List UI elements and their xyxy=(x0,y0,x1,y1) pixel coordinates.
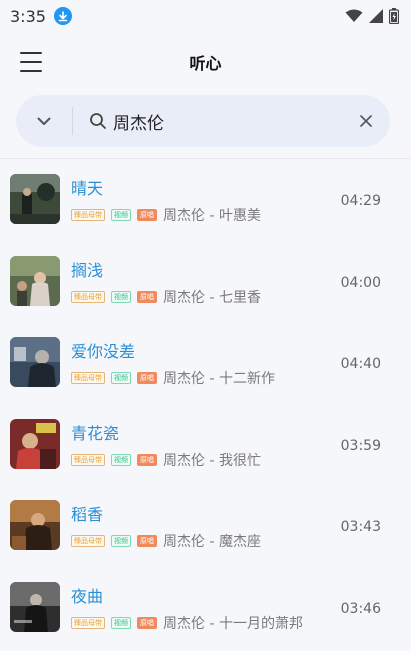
song-item[interactable]: 稻香 臻品母带 视频 原唱 周杰伦 - 魔杰座 03:43 xyxy=(0,485,411,567)
song-item[interactable]: 搁浅 臻品母带 视频 原唱 周杰伦 - 七里香 04:00 xyxy=(0,241,411,323)
video-badge: 视频 xyxy=(111,453,131,466)
song-title: 晴天 xyxy=(71,179,104,198)
album-cover xyxy=(10,337,60,387)
app-bar: 听心 xyxy=(0,38,411,86)
song-duration: 03:43 xyxy=(340,519,381,535)
page-title: 听心 xyxy=(189,54,222,73)
song-meta: 臻品母带 视频 原唱 周杰伦 - 我很忙 xyxy=(71,450,261,470)
chevron-down-icon xyxy=(37,117,51,125)
close-icon xyxy=(360,115,372,127)
quality-badge: 臻品母带 xyxy=(71,453,105,466)
song-title: 稻香 xyxy=(71,505,104,524)
status-left: 3:35 xyxy=(10,7,72,26)
song-meta: 臻品母带 视频 原唱 周杰伦 - 七里香 xyxy=(71,287,261,307)
song-artist-album: 周杰伦 - 我很忙 xyxy=(163,452,261,469)
song-artist-album: 周杰伦 - 七里香 xyxy=(163,289,261,306)
original-badge: 原唱 xyxy=(137,290,157,303)
album-cover xyxy=(10,255,60,306)
song-item[interactable]: 爱你没差 臻品母带 视频 原唱 周杰伦 - 十二新作 04:40 xyxy=(0,322,411,404)
album-cover xyxy=(10,581,60,632)
original-badge: 原唱 xyxy=(137,209,157,221)
status-right xyxy=(345,8,399,24)
search-divider xyxy=(72,107,73,135)
original-badge: 原唱 xyxy=(137,372,157,384)
battery-icon xyxy=(389,8,399,24)
song-duration: 03:59 xyxy=(340,437,381,454)
song-duration: 04:40 xyxy=(340,356,381,372)
search-input[interactable] xyxy=(113,95,342,147)
song-title: 青花瓷 xyxy=(71,423,120,443)
status-bar: 3:35 xyxy=(0,0,411,32)
song-meta: 臻品母带 视频 原唱 周杰伦 - 叶惠美 xyxy=(71,205,261,225)
quality-badge: 臻品母带 xyxy=(71,209,105,221)
song-meta: 臻品母带 视频 原唱 周杰伦 - 十一月的萧邦 xyxy=(71,613,303,633)
song-item[interactable]: 青花瓷 臻品母带 视频 原唱 周杰伦 - 我很忙 03:59 xyxy=(0,404,411,486)
search-bar xyxy=(16,95,390,147)
status-time: 3:35 xyxy=(10,6,46,26)
quality-badge: 臻品母带 xyxy=(71,535,105,547)
original-badge: 原唱 xyxy=(137,453,157,466)
menu-icon[interactable] xyxy=(20,52,42,72)
song-list: 晴天 臻品母带 视频 原唱 周杰伦 - 叶惠美 04:29 搁浅 臻品母带 视频… xyxy=(0,159,411,648)
quality-badge: 臻品母带 xyxy=(71,616,105,629)
song-artist-album: 周杰伦 - 十一月的萧邦 xyxy=(163,615,303,632)
video-badge: 视频 xyxy=(111,616,131,629)
clear-search-button[interactable] xyxy=(342,95,390,147)
video-badge: 视频 xyxy=(111,290,131,303)
cellular-signal-icon xyxy=(369,9,383,23)
song-duration: 04:29 xyxy=(340,193,381,209)
song-title: 搁浅 xyxy=(71,260,104,280)
video-badge: 视频 xyxy=(111,535,131,547)
album-cover xyxy=(10,500,60,550)
search-icon xyxy=(90,113,106,129)
song-artist-album: 周杰伦 - 魔杰座 xyxy=(163,534,261,550)
quality-badge: 臻品母带 xyxy=(71,290,105,303)
search-type-dropdown[interactable] xyxy=(16,95,72,147)
song-title: 爱你没差 xyxy=(71,342,136,361)
wifi-icon xyxy=(345,9,363,22)
video-badge: 视频 xyxy=(111,209,131,221)
video-badge: 视频 xyxy=(111,372,131,384)
song-meta: 臻品母带 视频 原唱 周杰伦 - 魔杰座 xyxy=(71,531,261,551)
song-artist-album: 周杰伦 - 叶惠美 xyxy=(163,208,261,224)
song-duration: 04:00 xyxy=(340,274,381,291)
song-artist-album: 周杰伦 - 十二新作 xyxy=(163,371,275,387)
album-cover xyxy=(10,174,60,224)
original-badge: 原唱 xyxy=(137,535,157,547)
song-duration: 03:46 xyxy=(340,600,381,617)
original-badge: 原唱 xyxy=(137,616,157,629)
song-title: 夜曲 xyxy=(71,586,104,606)
album-cover xyxy=(10,418,60,469)
quality-badge: 臻品母带 xyxy=(71,372,105,384)
song-item[interactable]: 夜曲 臻品母带 视频 原唱 周杰伦 - 十一月的萧邦 03:46 xyxy=(0,567,411,649)
song-meta: 臻品母带 视频 原唱 周杰伦 - 十二新作 xyxy=(71,368,275,388)
download-notification-icon xyxy=(53,7,72,25)
song-item[interactable]: 晴天 臻品母带 视频 原唱 周杰伦 - 叶惠美 04:29 xyxy=(0,159,411,241)
